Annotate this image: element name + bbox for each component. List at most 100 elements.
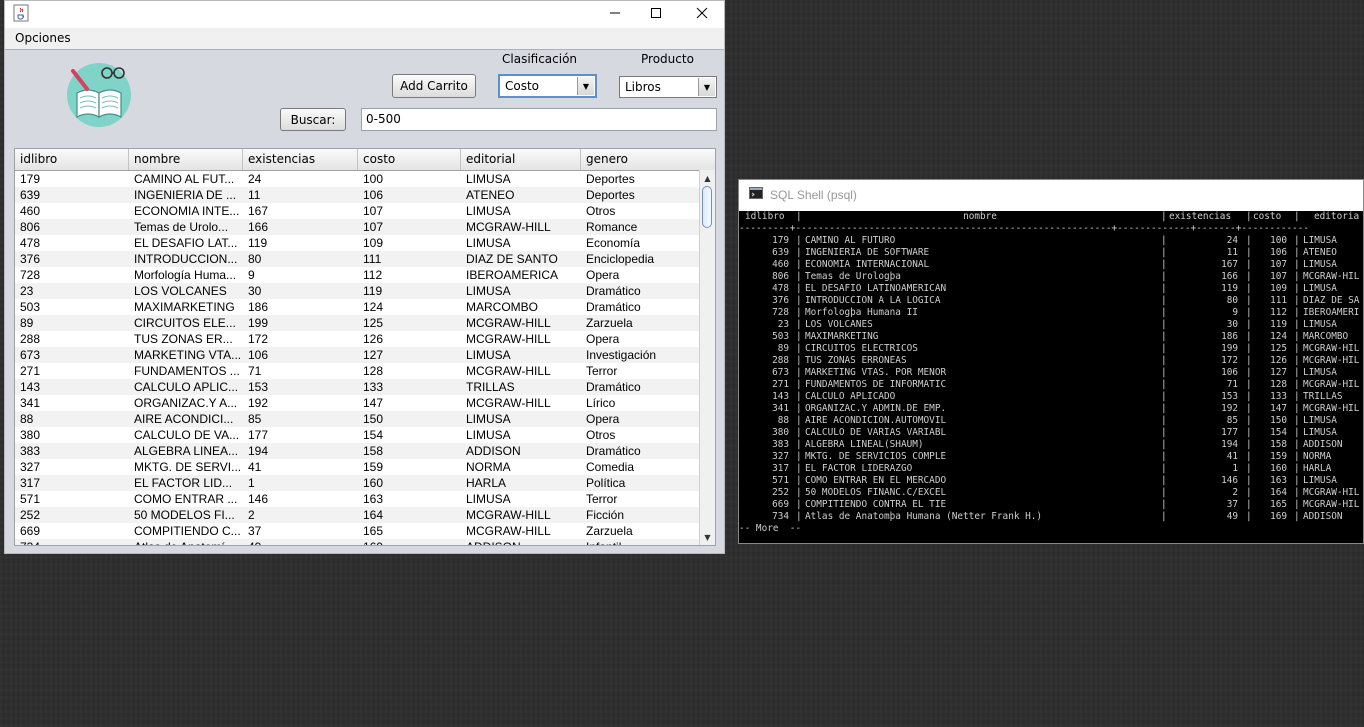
column-divider: |: [1161, 439, 1167, 450]
cell-nombre: MAXIMARKETING: [134, 300, 235, 314]
psql-cell-editorial: MCGRAW-HIL: [1303, 499, 1360, 510]
psql-cell-existencias: 146: [1221, 475, 1238, 486]
cell-existencias: 1: [248, 476, 255, 490]
column-divider: |: [1246, 319, 1252, 330]
table-row[interactable]: 639 INGENIERIA DE ... 11 106 ATENEO Deportes: [15, 187, 701, 203]
column-header-editorial[interactable]: editorial: [461, 149, 581, 170]
psql-cell-idlibro: 252: [772, 487, 789, 498]
table-row[interactable]: 571 COMO ENTRAR ... 146 163 LIMUSA Terror: [15, 491, 701, 507]
cell-existencias: 153: [248, 380, 269, 394]
table-row[interactable]: 341 ORGANIZAC.Y A... 192 147 MCGRAW-HILL Líri…: [15, 395, 701, 411]
psql-console[interactable]: idlibro nombre existencias costo editoria | | |…: [739, 211, 1363, 543]
table-row[interactable]: 327 MKTG. DE SERVI... 41 159 NORMA Comedia: [15, 459, 701, 475]
psql-cell-nombre: CAMINO AL FUTURO: [805, 235, 896, 246]
psql-cell-editorial: ATENEO: [1303, 247, 1337, 258]
table-row[interactable]: 673 MARKETING VTA... 106 127 LIMUSA Investiga…: [15, 347, 701, 363]
scroll-down-icon[interactable]: ▼: [700, 529, 715, 545]
psql-cell-nombre: CIRCUITOS ELECTRICOS: [805, 343, 918, 354]
table-scrollbar[interactable]: ▲ ▼: [699, 170, 715, 545]
cell-idlibro: 478: [20, 236, 41, 250]
add-cart-button[interactable]: Add Carrito: [392, 74, 476, 98]
column-divider: |: [796, 259, 802, 270]
psql-titlebar[interactable]: SQL Shell (psql): [739, 180, 1363, 211]
table-row[interactable]: 728 Morfología Huma... 9 112 IBEROAMERICA Ope…: [15, 267, 701, 283]
psql-cell-costo: 125: [1270, 343, 1287, 354]
column-divider: |: [1294, 379, 1300, 390]
table-row[interactable]: 252 50 MODELOS FI... 2 164 MCGRAW-HILL Ficció…: [15, 507, 701, 523]
column-divider: |: [1161, 475, 1167, 486]
table-row[interactable]: 669 COMPITIENDO C... 37 165 MCGRAW-HILL Zarzu…: [15, 523, 701, 539]
table-row[interactable]: 23 LOS VOLCANES 30 119 LIMUSA Dramático: [15, 283, 701, 299]
psql-cell-nombre: AIRE ACONDICION.AUTOMOVIL: [805, 415, 947, 426]
table-row[interactable]: 89 CIRCUITOS ELE... 199 125 MCGRAW-HILL Zarzu…: [15, 315, 701, 331]
column-divider: |: [1246, 403, 1252, 414]
search-input[interactable]: 0-500: [361, 108, 717, 131]
clasificacion-label: Clasificación: [502, 52, 578, 66]
psql-cell-costo: 165: [1270, 499, 1287, 510]
scroll-up-icon[interactable]: ▲: [700, 170, 715, 186]
column-divider: |: [796, 283, 802, 294]
table-row[interactable]: 376 INTRODUCCION... 80 111 DIAZ DE SANTO Enci…: [15, 251, 701, 267]
chevron-down-icon[interactable]: ▼: [698, 78, 715, 96]
column-divider: |: [1294, 331, 1300, 342]
psql-cell-costo: 164: [1270, 487, 1287, 498]
producto-select[interactable]: Libros ▼: [619, 76, 717, 98]
cell-idlibro: 460: [20, 204, 41, 218]
table-row[interactable]: 806 Temas de Urolo... 166 107 MCGRAW-HILL Rom…: [15, 219, 701, 235]
column-header-idlibro[interactable]: idlibro: [15, 149, 129, 170]
column-header-existencias[interactable]: existencias: [243, 149, 358, 170]
window-titlebar[interactable]: [5, 1, 724, 28]
table-row[interactable]: 143 CALCULO APLIC... 153 133 TRILLAS Dramátic…: [15, 379, 701, 395]
maximize-button[interactable]: [633, 1, 679, 25]
table-row[interactable]: 383 ALGEBRA LINEA... 194 158 ADDISON Dramátic…: [15, 443, 701, 459]
cell-nombre: COMO ENTRAR ...: [134, 492, 238, 506]
psql-cell-costo: 107: [1270, 271, 1287, 282]
cell-nombre: CIRCUITOS ELE...: [134, 316, 236, 330]
table-row[interactable]: 88 AIRE ACONDICI... 85 150 LIMUSA Opera: [15, 411, 701, 427]
psql-cell-nombre: ORGANIZAC.Y ADMIN.DE EMP.: [805, 403, 947, 414]
table-row[interactable]: 478 EL DESAFIO LAT... 119 109 LIMUSA Economía: [15, 235, 701, 251]
column-header-nombre[interactable]: nombre: [129, 149, 243, 170]
table-row[interactable]: 460 ECONOMIA INTE... 167 107 LIMUSA Otros: [15, 203, 701, 219]
cell-genero: Otros: [586, 204, 616, 218]
table-row[interactable]: 317 EL FACTOR LID... 1 160 HARLA Política: [15, 475, 701, 491]
clasificacion-select[interactable]: Costo ▼: [498, 74, 597, 98]
psql-cell-idlibro: 571: [772, 475, 789, 486]
column-header-genero[interactable]: genero: [581, 149, 701, 170]
search-button[interactable]: Buscar:: [280, 108, 346, 131]
minimize-button[interactable]: [592, 1, 638, 25]
cell-nombre: INGENIERIA DE ...: [134, 188, 237, 202]
column-divider: |: [1246, 355, 1252, 366]
cell-idlibro: 89: [20, 316, 34, 330]
psql-cell-idlibro: 89: [777, 343, 789, 354]
scroll-thumb[interactable]: [702, 186, 712, 228]
cell-nombre: ALGEBRA LINEA...: [134, 444, 239, 458]
table-row[interactable]: 734Atlas de Anatomí...49169ADDISONInfant…: [15, 539, 701, 545]
psql-cell-costo: 128: [1270, 379, 1287, 390]
cell-genero: Política: [586, 476, 626, 490]
menu-opciones[interactable]: Opciones: [15, 31, 71, 45]
table-row[interactable]: 380 CALCULO DE VA... 177 154 LIMUSA Otros: [15, 427, 701, 443]
psql-row: 669 COMPITIENDO CONTRA EL TIE 37 165 MCGRAW-…: [739, 499, 1363, 511]
psql-cell-existencias: 166: [1221, 271, 1238, 282]
column-divider: |: [1161, 415, 1167, 426]
column-divider: |: [1161, 295, 1167, 306]
cell-idlibro: 806: [20, 220, 41, 234]
psql-cell-nombre: MARKETING VTAS. POR MENOR: [805, 367, 947, 378]
psql-cell-editorial: ADDISON: [1303, 439, 1343, 450]
cell-genero: Comedia: [586, 460, 635, 474]
cell-nombre: EL DESAFIO LAT...: [134, 236, 238, 250]
table-row[interactable]: 288 TUS ZONAS ER... 172 126 MCGRAW-HILL Opera: [15, 331, 701, 347]
psql-cell-editorial: DIAZ DE SA: [1303, 295, 1360, 306]
close-button[interactable]: [679, 1, 725, 25]
table-row[interactable]: 271 FUNDAMENTOS ... 71 128 MCGRAW-HILL Terror: [15, 363, 701, 379]
column-header-costo[interactable]: costo: [358, 149, 461, 170]
psql-col-existencias: existencias: [1169, 211, 1232, 222]
cell-existencias: 30: [248, 284, 262, 298]
column-divider: |: [1294, 367, 1300, 378]
table-row[interactable]: 503 MAXIMARKETING 186 124 MARCOMBO Dramático: [15, 299, 701, 315]
table-row[interactable]: 179 CAMINO AL FUT... 24 100 LIMUSA Deportes: [15, 171, 701, 187]
chevron-down-icon[interactable]: ▼: [577, 77, 594, 95]
psql-cell-existencias: 177: [1221, 427, 1238, 438]
column-divider: |: [1294, 499, 1300, 510]
